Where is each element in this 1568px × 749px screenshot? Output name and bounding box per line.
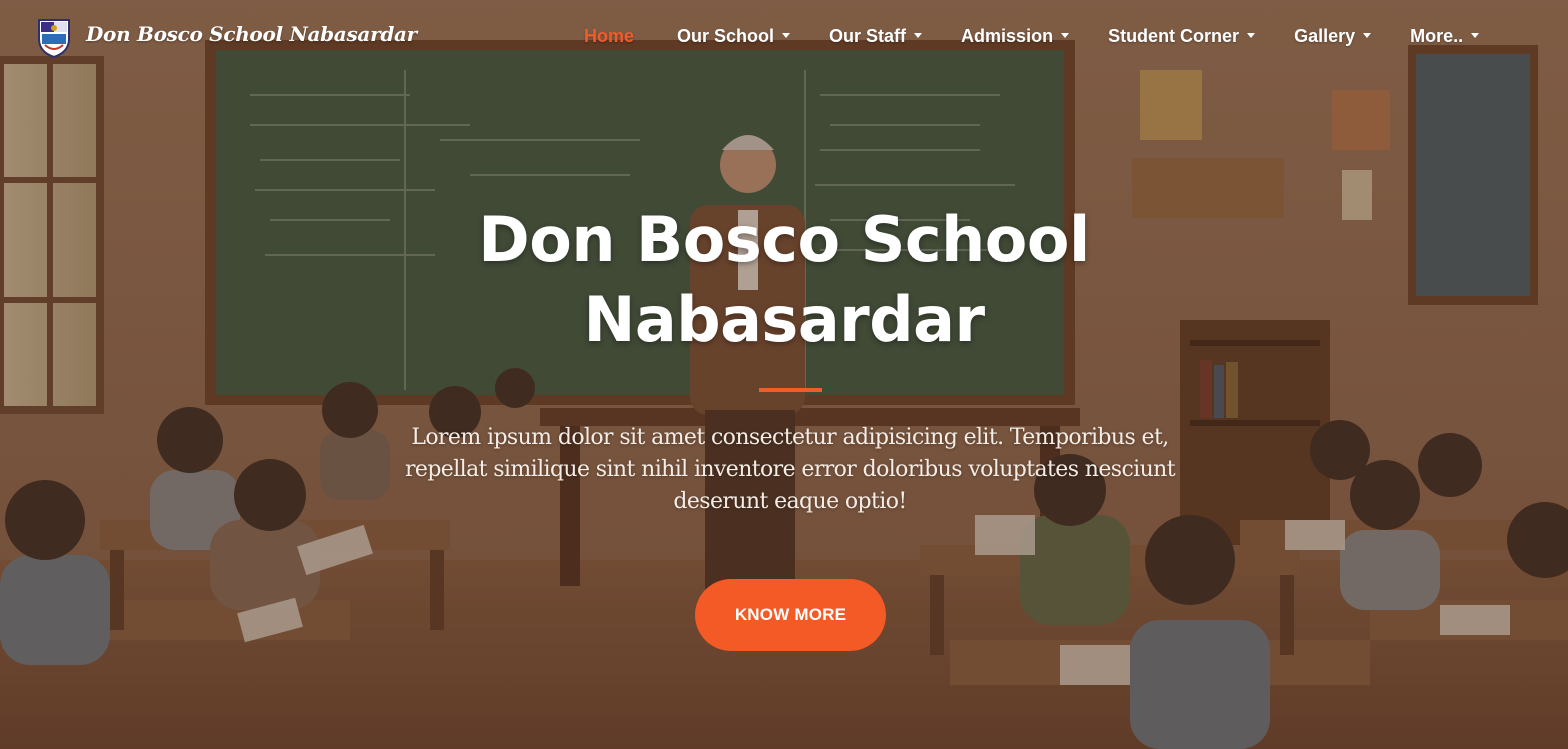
nav-our-school[interactable]: Our School — [677, 25, 791, 47]
title-divider — [759, 388, 822, 392]
school-crest-icon[interactable] — [36, 17, 72, 59]
nav-admission-label: Admission — [961, 25, 1054, 46]
nav-admission[interactable]: Admission — [961, 25, 1070, 47]
hero-title-line-1: Don Bosco School — [478, 203, 1090, 276]
nav-our-school-label: Our School — [677, 25, 775, 46]
nav-home[interactable]: Home — [584, 26, 634, 47]
brand-name[interactable]: Don Bosco School Nabasardar — [86, 22, 417, 46]
caret-down-icon — [1247, 32, 1256, 38]
nav-more[interactable]: More.. — [1410, 25, 1480, 47]
know-more-button[interactable]: KNOW MORE — [695, 579, 886, 651]
caret-down-icon — [1363, 32, 1372, 38]
hero-title-line-2: Nabasardar — [583, 283, 985, 356]
nav-our-staff-label: Our Staff — [829, 25, 907, 46]
site-header: Don Bosco School Nabasardar Home Our Sch… — [0, 0, 1568, 72]
caret-down-icon — [782, 32, 791, 38]
hero-description-line-3: deserunt eaque optio! — [673, 489, 907, 514]
nav-student-corner[interactable]: Student Corner — [1108, 25, 1256, 47]
caret-down-icon — [914, 32, 923, 38]
caret-down-icon — [1471, 32, 1480, 38]
hero-title: Don Bosco School Nabasardar — [384, 200, 1184, 360]
nav-home-label: Home — [584, 25, 635, 46]
nav-gallery[interactable]: Gallery — [1294, 25, 1372, 47]
nav-student-corner-label: Student Corner — [1108, 25, 1240, 46]
hero-description: Lorem ipsum dolor sit amet consectetur a… — [384, 422, 1196, 518]
hero-description-line-2: repellat similique sint nihil inventore … — [404, 457, 1176, 482]
know-more-label: KNOW MORE — [734, 605, 847, 624]
nav-our-staff[interactable]: Our Staff — [829, 25, 923, 47]
hero-section: Don Bosco School Nabasardar Home Our Sch… — [0, 0, 1568, 749]
caret-down-icon — [1061, 32, 1070, 38]
hero-description-line-1: Lorem ipsum dolor sit amet consectetur a… — [411, 425, 1169, 450]
nav-more-label: More.. — [1410, 25, 1464, 46]
main-nav: Home Our School Our Staff Admission Stud… — [584, 24, 1480, 48]
nav-gallery-label: Gallery — [1294, 25, 1356, 46]
